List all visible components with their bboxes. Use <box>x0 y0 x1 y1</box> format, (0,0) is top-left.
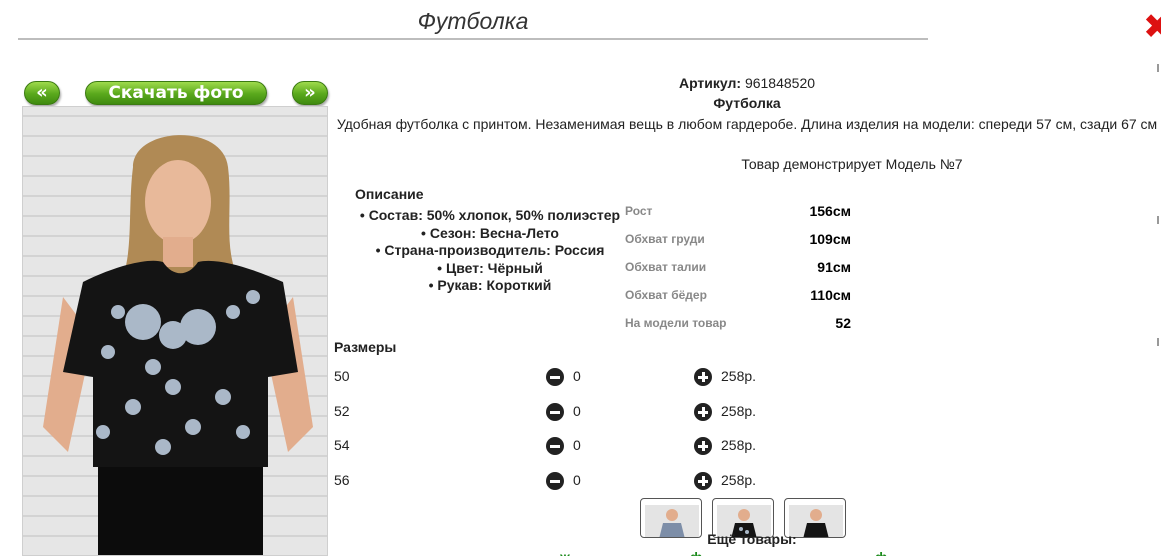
more-product-link[interactable]: ф <box>690 549 702 556</box>
feature-item: Состав: 50% хлопок, 50% полиэстер <box>340 207 640 225</box>
title-divider <box>18 38 928 40</box>
measurement-value: 109см <box>809 231 851 247</box>
download-photo-button[interactable]: Скачать фото <box>85 81 267 105</box>
product-description: Удобная футболка с принтом. Незаменимая … <box>336 116 1158 132</box>
feature-item: Цвет: Чёрный <box>340 260 640 278</box>
more-product-link[interactable]: ф <box>875 549 887 556</box>
measurement-value: 91см <box>817 259 851 275</box>
plus-circle-icon[interactable] <box>694 437 712 455</box>
model-line: Товар демонстрирует Модель №7 <box>741 156 963 172</box>
minus-circle-icon[interactable] <box>546 472 564 490</box>
measurement-value: 52 <box>835 315 851 331</box>
size-value: 54 <box>334 437 350 453</box>
price-value: 258р. <box>721 403 757 419</box>
measurement-label: Обхват талии <box>625 260 707 274</box>
measurement-value: 110см <box>810 287 851 303</box>
size-value: 56 <box>334 472 350 488</box>
article-label: Артикул: <box>678 75 742 91</box>
scrollbar[interactable] <box>1157 338 1159 346</box>
article-value: 961848520 <box>744 75 816 91</box>
size-row: 52 0 258р. <box>334 403 784 423</box>
plus-circle-icon[interactable] <box>694 368 712 386</box>
size-row: 54 0 258р. <box>334 437 784 457</box>
quantity-value: 0 <box>573 437 581 453</box>
product-photo <box>22 106 328 556</box>
measurement-row: Обхват груди 109см <box>625 225 855 253</box>
close-icon[interactable]: ✖ <box>1143 10 1161 44</box>
feature-item: Страна-производитель: Россия <box>340 242 640 260</box>
feature-item: Рукав: Короткий <box>340 277 640 295</box>
features-list: Состав: 50% хлопок, 50% полиэстер Сезон:… <box>340 207 640 295</box>
measurement-label: На модели товар <box>625 316 727 330</box>
measurement-value: 156см <box>809 203 851 219</box>
measurement-label: Рост <box>625 204 653 218</box>
price-value: 258р. <box>721 437 757 453</box>
measurement-row: Рост 156см <box>625 197 855 225</box>
model-measurements: Рост 156см Обхват груди 109см Обхват тал… <box>625 197 855 337</box>
measurement-row: На модели товар 52 <box>625 309 855 337</box>
measurement-row: Обхват бёдер 110см <box>625 281 855 309</box>
page-title: Футболка <box>417 8 529 34</box>
size-row: 56 0 258р. <box>334 472 784 492</box>
features-title: Описание <box>355 186 424 202</box>
sizes-title: Размеры <box>334 339 397 355</box>
next-photo-button[interactable]: » <box>292 81 328 105</box>
quantity-value: 0 <box>573 368 581 384</box>
minus-circle-icon[interactable] <box>546 403 564 421</box>
plus-circle-icon[interactable] <box>694 403 712 421</box>
plus-circle-icon[interactable] <box>694 472 712 490</box>
price-value: 258р. <box>721 472 757 488</box>
scrollbar[interactable] <box>1157 64 1159 72</box>
product-name: Футболка <box>713 95 781 111</box>
measurement-label: Обхват бёдер <box>625 288 707 302</box>
size-value: 52 <box>334 403 350 419</box>
size-value: 50 <box>334 368 350 384</box>
size-row: 50 0 258р. <box>334 368 784 388</box>
scrollbar[interactable] <box>1157 216 1159 224</box>
price-value: 258р. <box>721 368 757 384</box>
feature-item: Сезон: Весна-Лето <box>340 225 640 243</box>
quantity-value: 0 <box>573 472 581 488</box>
article-line: Артикул: 961848520 <box>333 75 1161 91</box>
minus-circle-icon[interactable] <box>546 368 564 386</box>
quantity-value: 0 <box>573 403 581 419</box>
more-product-link[interactable]: ж <box>560 549 570 556</box>
measurement-label: Обхват груди <box>625 232 705 246</box>
more-products-title: Ещё товары: <box>707 531 797 547</box>
measurement-row: Обхват талии 91см <box>625 253 855 281</box>
prev-photo-button[interactable]: « <box>24 81 60 105</box>
minus-circle-icon[interactable] <box>546 437 564 455</box>
